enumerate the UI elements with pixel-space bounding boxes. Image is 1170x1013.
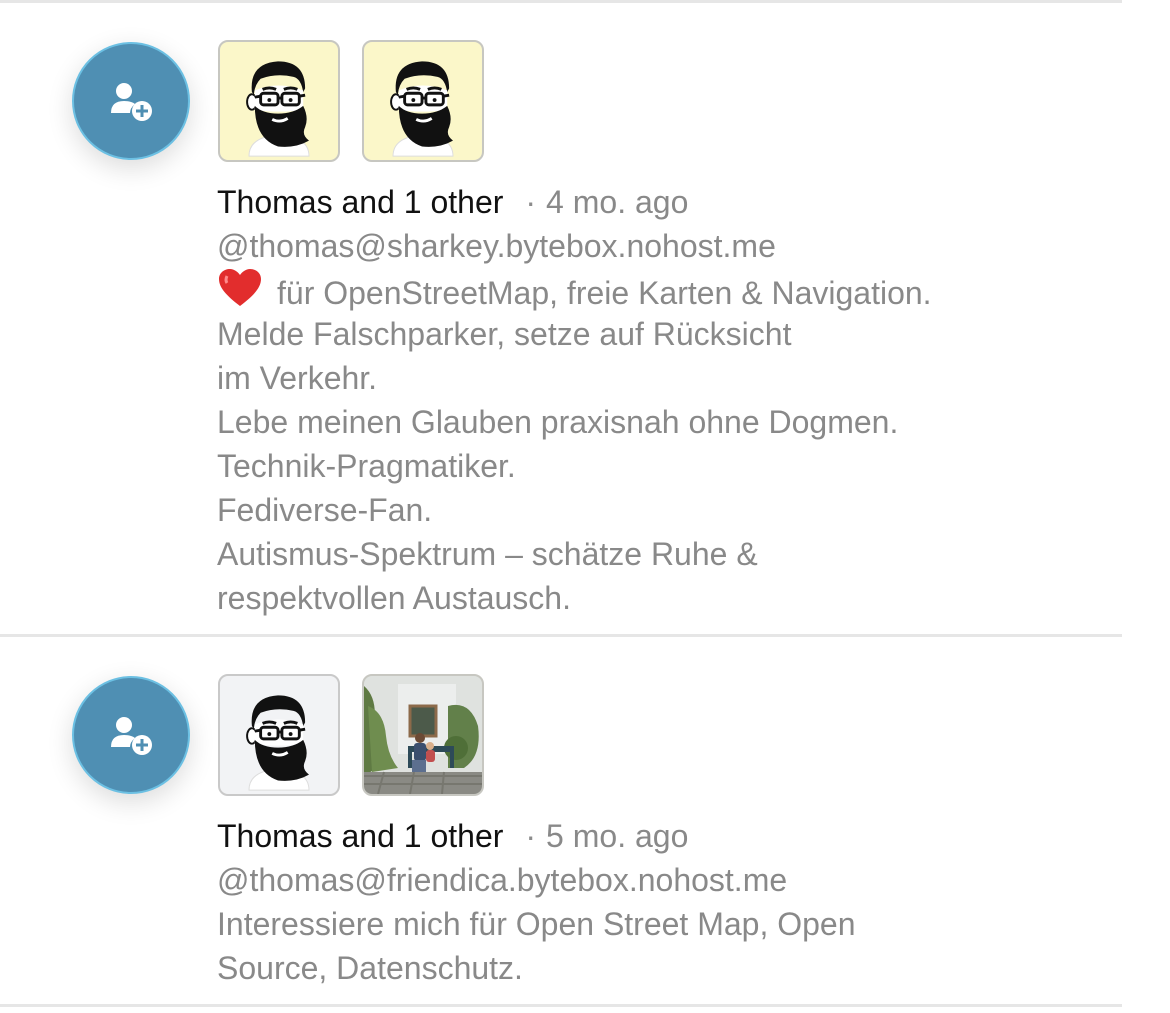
follow-badge	[72, 42, 190, 160]
bio-line: Lebe meinen Glauben praxisnah ohne Dogme…	[217, 404, 899, 440]
separator-dot: ·	[525, 818, 537, 854]
follower-avatar[interactable]	[218, 674, 340, 796]
notification-item[interactable]: Thomas and 1 other · 4 mo. ago @thomas@sha…	[0, 0, 1170, 636]
garden-bench-photo-icon	[364, 676, 482, 794]
bio-line: Melde Falschparker, setze auf Rücksicht	[217, 316, 792, 352]
bio-line: Interessiere mich für Open Street Map, O…	[217, 906, 856, 942]
separator-dot: ·	[525, 184, 537, 220]
bio-line: Fediverse-Fan.	[217, 492, 433, 528]
bio-line: respektvollen Austausch.	[217, 580, 571, 616]
actor-suffix: and 1 other	[341, 818, 504, 854]
add-user-icon	[109, 81, 154, 123]
follower-photo[interactable]	[362, 674, 484, 796]
account-handle[interactable]: @thomas@sharkey.bytebox.nohost.me	[217, 224, 776, 268]
notification-header: Thomas and 1 other · 5 mo. ago	[217, 814, 688, 858]
bio-line: im Verkehr.	[217, 360, 378, 396]
follow-badge	[72, 676, 190, 794]
red-heart-icon	[219, 269, 261, 306]
actor-suffix: and 1 other	[341, 184, 504, 220]
bio-line: für OpenStreetMap, freie Karten & Naviga…	[217, 268, 932, 315]
bearded-avatar-icon	[245, 59, 311, 158]
timestamp: 4 mo. ago	[546, 184, 689, 220]
bio-line: Autismus-Spektrum – schätze Ruhe &	[217, 536, 758, 572]
notification-divider	[0, 634, 1122, 637]
follower-avatar[interactable]	[218, 40, 340, 162]
bearded-avatar-icon	[245, 693, 311, 792]
bearded-avatar-icon	[389, 59, 455, 158]
notification-header: Thomas and 1 other · 4 mo. ago	[217, 180, 688, 224]
follower-avatar[interactable]	[362, 40, 484, 162]
bio-line: Source, Datenschutz.	[217, 950, 523, 986]
actor-name[interactable]: Thomas	[217, 184, 333, 220]
bio-text: für OpenStreetMap, freie Karten & Naviga…	[277, 275, 932, 311]
bio-line: Technik-Pragmatiker.	[217, 448, 516, 484]
add-user-icon	[109, 715, 154, 757]
timestamp: 5 mo. ago	[546, 818, 689, 854]
bottom-divider	[0, 1004, 1122, 1007]
account-handle[interactable]: @thomas@friendica.bytebox.nohost.me	[217, 858, 787, 902]
actor-name[interactable]: Thomas	[217, 818, 333, 854]
